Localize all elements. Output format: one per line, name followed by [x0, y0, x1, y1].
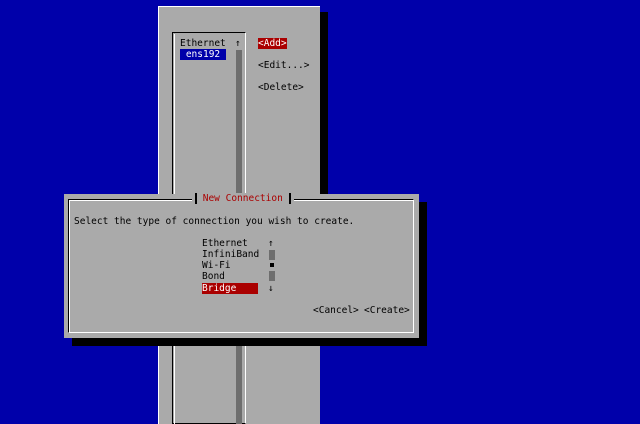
- dialog-shadow: [419, 202, 427, 346]
- type-scrollbar-track-lower[interactable]: [269, 271, 275, 281]
- add-button[interactable]: <Add>: [258, 38, 287, 49]
- title-left-bar: [195, 193, 197, 204]
- edit-button[interactable]: <Edit...>: [258, 60, 309, 71]
- type-item-bridge[interactable]: Bridge: [202, 283, 258, 294]
- dialog-prompt: Select the type of connection you wish t…: [74, 216, 355, 227]
- type-scrollbar-thumb[interactable]: [270, 263, 274, 267]
- dialog-title-bar: New Connection: [192, 193, 294, 204]
- type-item-bond[interactable]: Bond: [202, 271, 225, 282]
- dialog-title: New Connection: [202, 193, 283, 204]
- title-right-bar: [288, 193, 291, 204]
- list-category-ethernet: Ethernet: [180, 38, 226, 49]
- type-item-wifi[interactable]: Wi-Fi: [202, 260, 231, 271]
- type-scroll-up-arrow-icon[interactable]: ↑: [268, 238, 274, 249]
- type-item-ethernet[interactable]: Ethernet: [202, 238, 248, 249]
- cancel-button[interactable]: <Cancel>: [313, 305, 359, 316]
- list-scrollbar-track-lower[interactable]: [236, 340, 242, 424]
- delete-button[interactable]: <Delete>: [258, 82, 304, 93]
- type-scroll-down-arrow-icon[interactable]: ↓: [268, 283, 274, 294]
- type-scrollbar-track[interactable]: [269, 250, 275, 260]
- type-item-infiniband[interactable]: InfiniBand: [202, 249, 259, 260]
- list-scrollbar-track[interactable]: [236, 50, 242, 196]
- scroll-up-arrow-icon[interactable]: ↑: [235, 38, 241, 49]
- dialog-shadow-bottom: [72, 338, 427, 346]
- window-shadow: [320, 12, 328, 196]
- create-button[interactable]: <Create>: [364, 305, 410, 316]
- list-item-ens192[interactable]: ens192: [180, 49, 226, 60]
